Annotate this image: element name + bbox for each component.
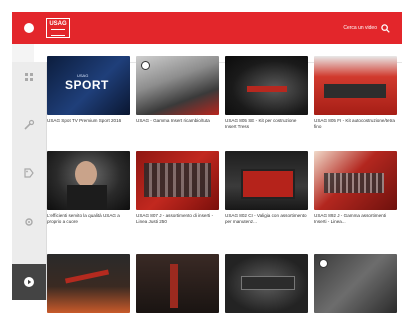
- video-thumbnail[interactable]: USAG SPORT: [47, 56, 130, 115]
- video-thumbnail[interactable]: [225, 56, 308, 115]
- thumb-product: [170, 264, 178, 308]
- video-caption: USAG 805 SE - Kit per costruzione Insert…: [225, 118, 297, 129]
- sub-bar-accent: [12, 44, 34, 62]
- video-thumbnail[interactable]: [225, 151, 308, 210]
- thumb-product: [324, 84, 386, 98]
- video-card[interactable]: USAG SPORT USAG Spot TV Premium Sport 20…: [47, 56, 130, 124]
- video-card[interactable]: USAG - Gamma Insert ricambio/tuta: [136, 56, 219, 124]
- video-caption: USAG 802 CI - Valigia con assortimento p…: [225, 213, 307, 224]
- thumb-product: [247, 86, 287, 92]
- sidebar-item-videos[interactable]: [12, 264, 46, 300]
- video-thumbnail[interactable]: [136, 254, 219, 313]
- channel-badge-icon: [141, 61, 150, 70]
- sidebar-item-tools[interactable]: [12, 110, 46, 140]
- video-thumbnail[interactable]: [47, 151, 130, 210]
- video-grid: USAG SPORT USAG Spot TV Premium Sport 20…: [47, 56, 402, 313]
- video-card[interactable]: [47, 254, 130, 316]
- video-card[interactable]: USAG 807 J - assortimento di inserti - L…: [136, 151, 219, 224]
- thumb-product: [241, 276, 295, 290]
- video-card[interactable]: USAG 802 CI - Valigia con assortimento p…: [225, 151, 308, 224]
- grid-icon: [25, 73, 33, 81]
- play-icon: [24, 277, 34, 287]
- video-caption: USAG 805 FI - Kit autocostruzione/tetra …: [314, 118, 395, 129]
- thumb-product: [241, 169, 295, 199]
- sidebar-item-grid[interactable]: [12, 62, 46, 92]
- video-caption: USAG 892 J - Gamma assortimenti Inserti …: [314, 213, 386, 224]
- video-thumbnail[interactable]: [314, 151, 397, 210]
- video-card[interactable]: USAG 805 FI - Kit autocostruzione/tetra …: [314, 56, 397, 129]
- video-card[interactable]: [136, 254, 219, 316]
- thumb-person-body: [67, 185, 107, 210]
- video-caption: USAG Spot TV Premium Sport 2016: [47, 118, 122, 123]
- channel-badge-icon: [319, 259, 328, 268]
- logo-text: USAG: [49, 20, 67, 27]
- video-card[interactable]: USAG 892 J - Gamma assortimenti Inserti …: [314, 151, 397, 224]
- thumb-person: [75, 161, 97, 187]
- menu-icon[interactable]: [24, 23, 34, 33]
- video-caption: L'efficienti servito la qualità USAG a p…: [47, 213, 120, 224]
- video-thumbnail[interactable]: [225, 254, 308, 313]
- thumb-title: SPORT: [65, 78, 109, 92]
- video-thumbnail[interactable]: [136, 56, 219, 115]
- tag-icon: [24, 168, 34, 178]
- video-card[interactable]: [225, 254, 308, 316]
- usag-logo[interactable]: USAG: [46, 18, 70, 38]
- video-thumbnail[interactable]: [47, 254, 130, 313]
- logo-lines: [51, 28, 65, 36]
- video-thumbnail[interactable]: [314, 56, 397, 115]
- search-label: Cerca un video: [343, 25, 377, 31]
- wrench-icon: [24, 119, 35, 130]
- thumb-product: [64, 269, 110, 284]
- video-caption: USAG 807 J - assortimento di inserti - L…: [136, 213, 214, 224]
- video-card[interactable]: USAG 805 SE - Kit per costruzione Insert…: [225, 56, 308, 129]
- thumb-product: [144, 163, 211, 197]
- video-card[interactable]: L'efficienti servito la qualità USAG a p…: [47, 151, 130, 224]
- app-header: USAG Cerca un video: [12, 12, 402, 44]
- video-thumbnail[interactable]: [314, 254, 397, 313]
- sidebar: [12, 62, 47, 300]
- video-caption: USAG - Gamma Insert ricambio/tuta: [136, 118, 210, 123]
- search-icon: [381, 23, 390, 33]
- settings-icon: [25, 218, 33, 226]
- video-card[interactable]: [314, 254, 397, 316]
- sidebar-item-catalog[interactable]: [12, 158, 46, 188]
- search-button[interactable]: Cerca un video: [343, 23, 390, 33]
- sidebar-item-settings[interactable]: [12, 207, 46, 237]
- video-thumbnail[interactable]: [136, 151, 219, 210]
- thumb-product: [324, 173, 384, 193]
